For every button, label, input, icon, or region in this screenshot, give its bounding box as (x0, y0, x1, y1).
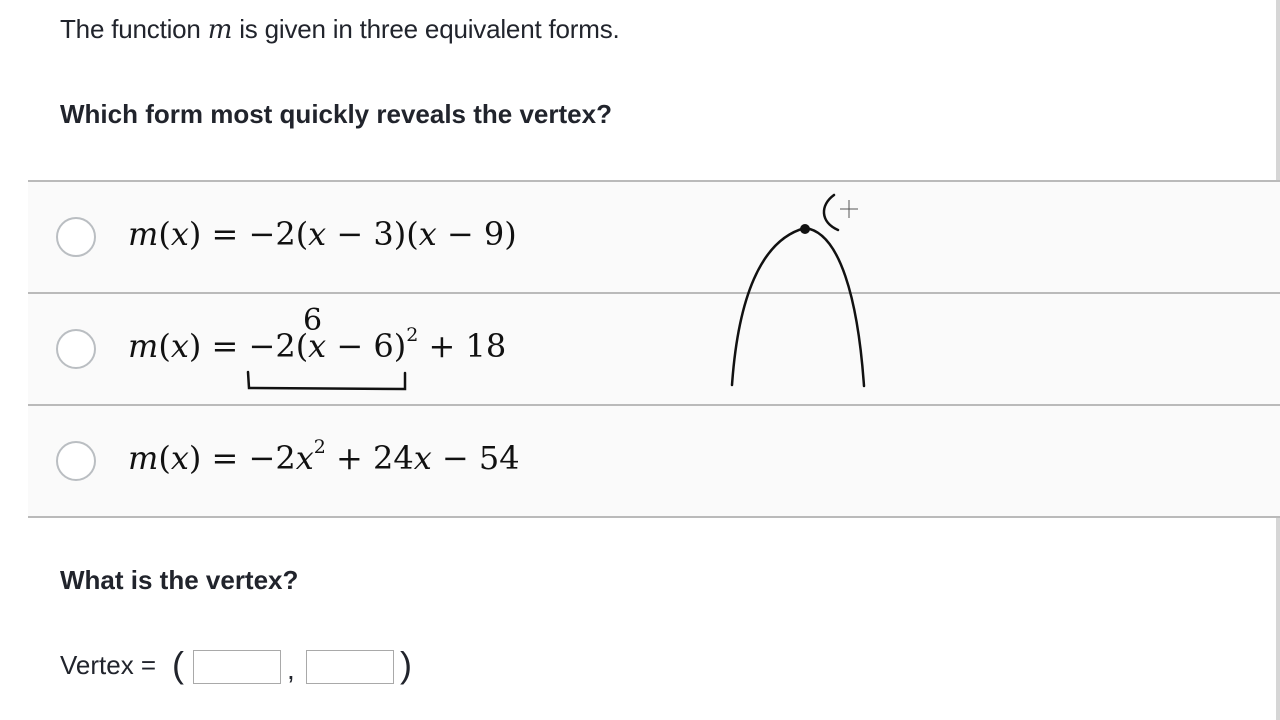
choice-equation: m(x) = −2(x − 3)(x − 9) (128, 215, 517, 253)
function-variable: m (207, 15, 233, 45)
radio-button[interactable] (56, 217, 96, 257)
choice-standard-form[interactable]: m(x) = −2x2 + 24x − 54 (28, 404, 1280, 518)
intro-text-before: The function (60, 14, 208, 44)
choice-factored-form[interactable]: m(x) = −2(x − 3)(x − 9) (28, 180, 1280, 292)
problem-intro: The function m is given in three equival… (60, 14, 620, 45)
vertex-x-input[interactable] (193, 650, 281, 684)
close-paren: ) (400, 644, 412, 685)
vertex-y-input[interactable] (306, 650, 394, 684)
intro-text-after: is given in three equivalent forms. (232, 14, 620, 44)
question-vertex-form: Which form most quickly reveals the vert… (60, 99, 612, 129)
choice-equation: m(x) = −2x2 + 24x − 54 (128, 436, 520, 478)
open-paren: ( (172, 644, 184, 685)
comma-separator: , (287, 654, 295, 685)
answer-choices: m(x) = −2(x − 3)(x − 9) m(x) = −2(x − 6)… (28, 180, 1280, 518)
choice-equation: m(x) = −2(x − 6)2 + 18 (128, 324, 507, 366)
question-what-is-vertex: What is the vertex? (60, 565, 299, 595)
radio-button[interactable] (56, 329, 96, 369)
radio-button[interactable] (56, 441, 96, 481)
choice-vertex-form[interactable]: m(x) = −2(x − 6)2 + 18 (28, 292, 1280, 404)
vertex-label: Vertex = (60, 650, 157, 680)
